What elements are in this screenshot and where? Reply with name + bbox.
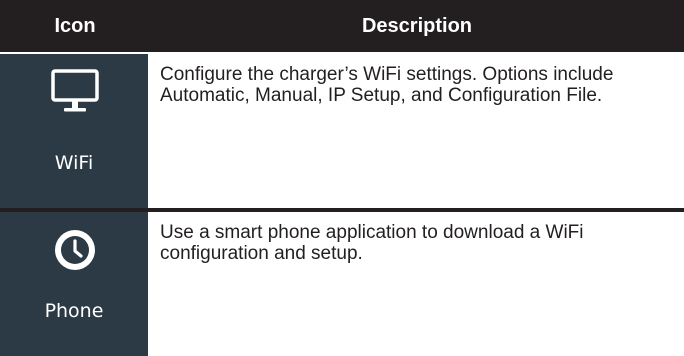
icon-cell: Phone xyxy=(0,212,148,356)
description-cell: Use a smart phone application to downloa… xyxy=(150,212,684,356)
table-header: Icon Description xyxy=(0,0,684,52)
icon-label-phone: Phone xyxy=(44,300,104,322)
monitor-icon xyxy=(49,66,101,118)
table-row: WiFi Configure the charger’s WiFi settin… xyxy=(0,54,684,209)
description-text: Use a smart phone application to downloa… xyxy=(160,222,584,264)
header-description-column: Description xyxy=(361,15,473,37)
description-cell: Configure the charger’s WiFi settings. O… xyxy=(150,54,684,209)
clock-icon xyxy=(49,224,101,276)
header-icon-column: Icon xyxy=(54,15,96,37)
icon-label-wifi: WiFi xyxy=(54,152,94,174)
icon-cell: WiFi xyxy=(0,54,148,209)
description-text: Configure the charger’s WiFi settings. O… xyxy=(160,64,614,106)
table-row: Phone Use a smart phone application to d… xyxy=(0,212,684,356)
